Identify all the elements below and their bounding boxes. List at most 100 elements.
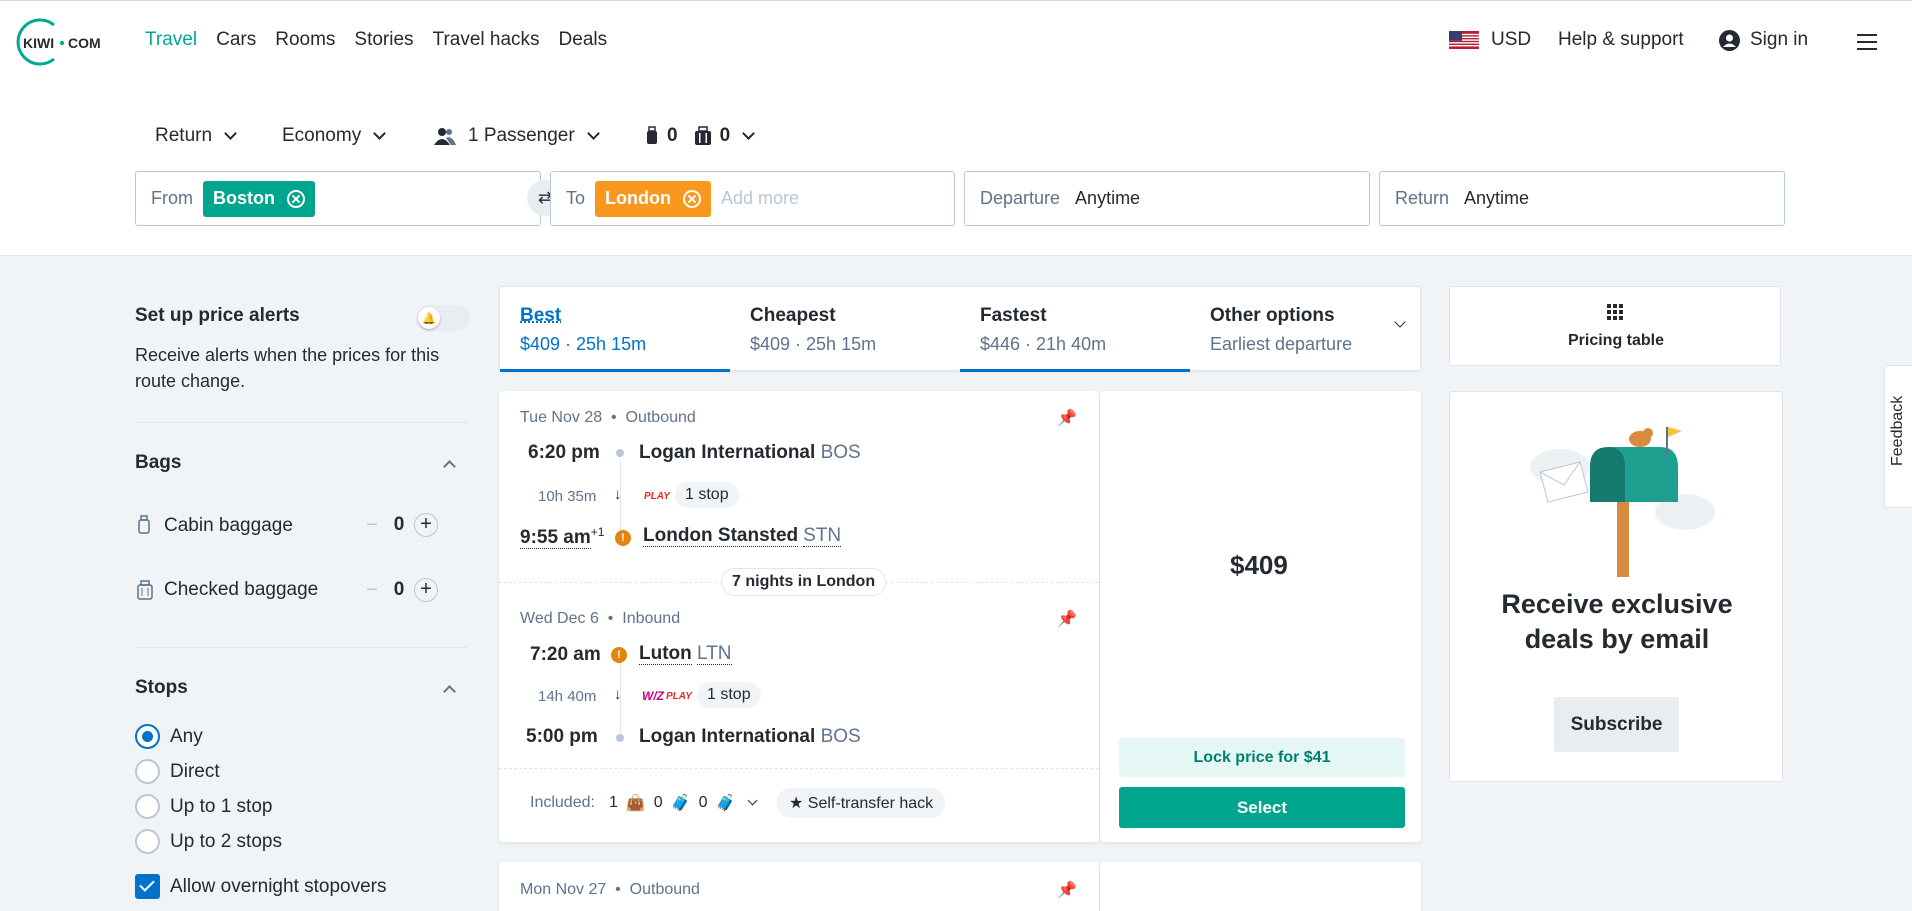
help-support-link[interactable]: Help & support — [1558, 29, 1684, 51]
tab-fastest[interactable]: Fastest $446 · 21h 40m — [960, 287, 1190, 372]
stops-1-radio[interactable] — [135, 794, 160, 819]
stops-2-radio[interactable] — [135, 829, 160, 854]
from-label: From — [151, 188, 193, 208]
outbound-arrival-code: STN — [803, 525, 842, 547]
search-form — [0, 82, 1912, 256]
plus-icon[interactable]: + — [414, 513, 438, 537]
minus-icon[interactable]: − — [360, 514, 384, 537]
tab-other-options[interactable]: Other options Earliest departure — [1190, 287, 1420, 372]
outbound-departure-code: BOS — [820, 442, 861, 463]
passengers-select[interactable]: 1 Passenger — [434, 125, 600, 147]
pricing-table-label: Pricing table — [1567, 332, 1665, 349]
departure-field[interactable]: Departure Anytime — [964, 171, 1370, 226]
stops-1-label: Up to 1 stop — [170, 796, 273, 817]
cabin-bags-count: 0 — [667, 125, 678, 146]
remove-icon[interactable] — [683, 189, 701, 208]
cabin-class-select[interactable]: Economy — [282, 125, 387, 147]
outbound-stops-badge[interactable]: 1 stop — [675, 482, 739, 508]
trip-type-select[interactable]: Return — [155, 125, 237, 147]
kiwi-logo[interactable]: KIWI COM — [14, 17, 118, 67]
sign-in-button[interactable]: Sign in — [1719, 29, 1808, 51]
pin-icon[interactable]: 📌 — [1057, 408, 1077, 428]
bags-select[interactable]: 0 0 — [645, 125, 756, 147]
chevron-down-icon — [586, 126, 600, 140]
tab-other-sub: Earliest departure — [1210, 334, 1353, 354]
return-field[interactable]: Return Anytime — [1379, 171, 1785, 226]
promo-heading: Receive exclusive deals by email — [1450, 587, 1784, 657]
outbound-label: Outbound — [629, 881, 700, 898]
chevron-up-icon[interactable] — [443, 460, 456, 473]
overnight-checkbox[interactable] — [135, 874, 160, 899]
remove-icon[interactable] — [287, 189, 305, 208]
overnight-label: Allow overnight stopovers — [170, 876, 387, 897]
feedback-label: Feedback — [1889, 395, 1906, 466]
from-chip[interactable]: Boston — [203, 180, 315, 217]
passengers-label: 1 Passenger — [468, 125, 575, 146]
price-alerts-toggle[interactable]: 🔔 — [416, 305, 470, 331]
tab-best-sub: $409 · 25h 15m — [520, 334, 647, 354]
departure-dot — [616, 449, 624, 457]
to-add-more-placeholder[interactable]: Add more — [721, 188, 799, 209]
to-label: To — [566, 188, 586, 208]
warning-icon[interactable]: ! — [611, 647, 627, 663]
chevron-up-icon[interactable] — [443, 685, 456, 698]
currency-label: USD — [1491, 29, 1532, 50]
stops-direct-radio[interactable] — [135, 759, 160, 784]
departure-label: Departure — [980, 188, 1061, 208]
to-field[interactable]: To London Add more — [550, 171, 955, 226]
bags-title: Bags — [135, 452, 182, 473]
nights-badge: 7 nights in London — [721, 568, 887, 596]
outbound-header: Mon Nov 27 • Outbound — [520, 881, 700, 898]
menu-icon[interactable] — [1857, 34, 1877, 50]
top-header: KIWI COM Travel Cars Rooms Stories Trave… — [0, 0, 1912, 82]
main-nav: Travel Cars Rooms Stories Travel hacks D… — [145, 29, 626, 51]
inbound-departure-time: 7:20 am — [530, 644, 601, 665]
cabin-bag-icon — [647, 126, 657, 144]
select-button[interactable]: Select — [1119, 787, 1405, 828]
inbound-arrival-place: Logan International BOS — [639, 726, 861, 748]
tab-cheapest[interactable]: Cheapest $409 · 25h 15m — [730, 287, 960, 372]
inbound-departure-airport: Luton — [639, 643, 692, 665]
inbound-date: Wed Dec 6 — [520, 610, 599, 627]
outbound-arrival-place: London Stansted STN — [643, 525, 842, 547]
pricing-table-button[interactable]: Pricing table — [1449, 286, 1781, 366]
nav-travel-hacks[interactable]: Travel hacks — [433, 29, 540, 51]
to-chip[interactable]: London — [595, 180, 711, 217]
divider — [499, 768, 1099, 769]
bell-icon: 🔔 — [418, 307, 440, 329]
inbound-label: Inbound — [622, 610, 681, 627]
feedback-tab[interactable]: Feedback — [1884, 365, 1912, 508]
nav-rooms[interactable]: Rooms — [275, 29, 335, 51]
included-bags[interactable]: Included: 1 👜 0 🧳 0 🧳 — [530, 793, 758, 813]
pin-icon[interactable]: 📌 — [1057, 609, 1077, 629]
nav-travel[interactable]: Travel — [145, 29, 197, 51]
currency-selector[interactable]: USD — [1449, 29, 1531, 51]
checked-bag-icon — [694, 126, 711, 145]
checked-bag-icon — [137, 580, 153, 600]
promo-heading-line2: deals by email — [1524, 624, 1710, 654]
nav-deals[interactable]: Deals — [559, 29, 608, 51]
nav-stories[interactable]: Stories — [354, 29, 413, 51]
pin-icon[interactable]: 📌 — [1057, 880, 1077, 900]
inbound-stops-badge[interactable]: 1 stop — [697, 682, 761, 708]
personal-item-icon: 👜 — [625, 795, 646, 812]
self-transfer-hack-badge[interactable]: ★ Self-transfer hack — [777, 788, 946, 818]
lock-price-button[interactable]: Lock price for $41 — [1119, 738, 1405, 777]
personal-item-count: 1 — [608, 794, 618, 811]
nav-cars[interactable]: Cars — [216, 29, 256, 51]
svg-text:KIWI: KIWI — [23, 35, 54, 51]
minus-icon[interactable]: − — [360, 579, 384, 602]
cabin-bag-icon — [138, 515, 150, 534]
subscribe-button[interactable]: Subscribe — [1554, 697, 1679, 752]
tab-best[interactable]: Best $409 · 25h 15m — [500, 287, 730, 372]
chevron-down-icon — [747, 795, 758, 805]
plus-icon[interactable]: + — [414, 578, 438, 602]
tab-cheapest-title: Cheapest — [750, 305, 836, 326]
warning-icon[interactable]: ! — [615, 530, 631, 546]
result-price: $409 — [1230, 550, 1288, 580]
outbound-label: Outbound — [625, 409, 696, 426]
star-icon: ★ — [789, 795, 804, 812]
stops-any-radio[interactable] — [135, 724, 160, 749]
from-field[interactable]: From Boston — [135, 171, 541, 226]
stops-direct-label: Direct — [170, 761, 220, 782]
